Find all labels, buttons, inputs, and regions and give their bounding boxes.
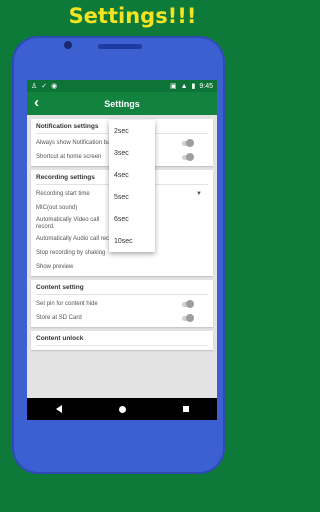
setting-label: Always show Notification bar — [36, 140, 113, 146]
promo-title: Settings!!! — [68, 4, 197, 28]
setting-row[interactable]: Set pin for content hide — [36, 297, 208, 311]
page-title: Settings — [104, 98, 140, 109]
person-icon: ♙ — [31, 83, 38, 90]
sim-icon: ▣ — [169, 83, 177, 90]
toggle-switch[interactable] — [182, 138, 194, 147]
setting-row[interactable]: Show preview — [36, 260, 208, 274]
popup-option[interactable]: 4sec — [109, 164, 155, 186]
popup-option[interactable]: 3sec — [109, 142, 155, 164]
back-arrow-icon[interactable]: ‹ — [34, 94, 39, 111]
setting-label: Shortcut at home screen — [36, 154, 102, 160]
setting-label: Show preview — [36, 264, 74, 270]
status-bar: ♙ ✓ ◉ ▣ ▲ ▮ 9:45 — [27, 80, 217, 92]
content-setting-card: Content setting Set pin for content hide… — [31, 280, 213, 327]
popup-option[interactable]: 2sec — [109, 120, 155, 142]
toggle-switch[interactable] — [182, 299, 194, 308]
setting-label: MIC(out sound) — [36, 205, 78, 211]
battery-icon: ▮ — [191, 83, 196, 90]
toggle-switch[interactable] — [182, 152, 194, 161]
card-header: Content setting — [36, 284, 208, 295]
status-time: 9:45 — [199, 82, 213, 90]
dropdown-arrow-icon[interactable]: ▼ — [196, 191, 202, 197]
card-header: Content unlock — [36, 335, 208, 346]
setting-label: Store at SD Card — [36, 315, 82, 321]
popup-option[interactable]: 6sec — [109, 208, 155, 230]
nav-back-icon[interactable] — [55, 405, 62, 413]
toggle-switch[interactable] — [182, 313, 194, 322]
nav-home-icon[interactable] — [118, 405, 126, 413]
setting-label: Set pin for content hide — [36, 301, 98, 307]
nav-bar — [27, 398, 217, 420]
setting-label: Stop recording by shaking — [36, 250, 106, 256]
setting-label: Recording start time — [36, 191, 90, 197]
check-icon: ✓ — [41, 83, 48, 90]
speaker — [98, 44, 142, 49]
signal-icon: ▲ — [180, 82, 188, 90]
app-bar: ‹ Settings — [27, 92, 217, 115]
setting-label: Automatically Video call record. — [36, 216, 100, 230]
content-unlock-card: Content unlock — [31, 331, 213, 350]
duration-popup-menu: 2sec 3sec 4sec 5sec 6sec 10sec — [109, 120, 155, 252]
nav-recent-icon[interactable] — [182, 406, 189, 412]
popup-option[interactable]: 5sec — [109, 186, 155, 208]
spotify-icon: ◉ — [51, 83, 58, 90]
setting-label: Automatically Audio call record — [36, 236, 118, 242]
setting-row[interactable]: Store at SD Card — [36, 311, 208, 325]
popup-option[interactable]: 10sec — [109, 230, 155, 252]
camera — [64, 41, 72, 49]
